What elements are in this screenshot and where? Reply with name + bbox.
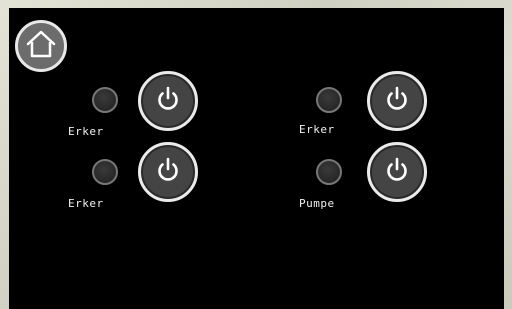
power-icon <box>383 156 411 188</box>
power-icon <box>154 156 182 188</box>
screen-frame: Erker Erker Erker Pumpe <box>0 0 512 309</box>
control-panel: Erker Erker Erker Pumpe <box>9 8 504 309</box>
power-button-4[interactable] <box>367 142 427 202</box>
status-led-1 <box>92 87 118 113</box>
power-button-2[interactable] <box>138 142 198 202</box>
home-button[interactable] <box>15 20 67 72</box>
status-led-3 <box>316 87 342 113</box>
power-button-3[interactable] <box>367 71 427 131</box>
switch-label-3: Erker <box>299 123 335 136</box>
home-icon <box>24 27 58 65</box>
switch-label-2: Erker <box>68 197 104 210</box>
status-led-2 <box>92 159 118 185</box>
switch-label-1: Erker <box>68 125 104 138</box>
switch-label-4: Pumpe <box>299 197 335 210</box>
status-led-4 <box>316 159 342 185</box>
power-icon <box>383 85 411 117</box>
power-icon <box>154 85 182 117</box>
power-button-1[interactable] <box>138 71 198 131</box>
